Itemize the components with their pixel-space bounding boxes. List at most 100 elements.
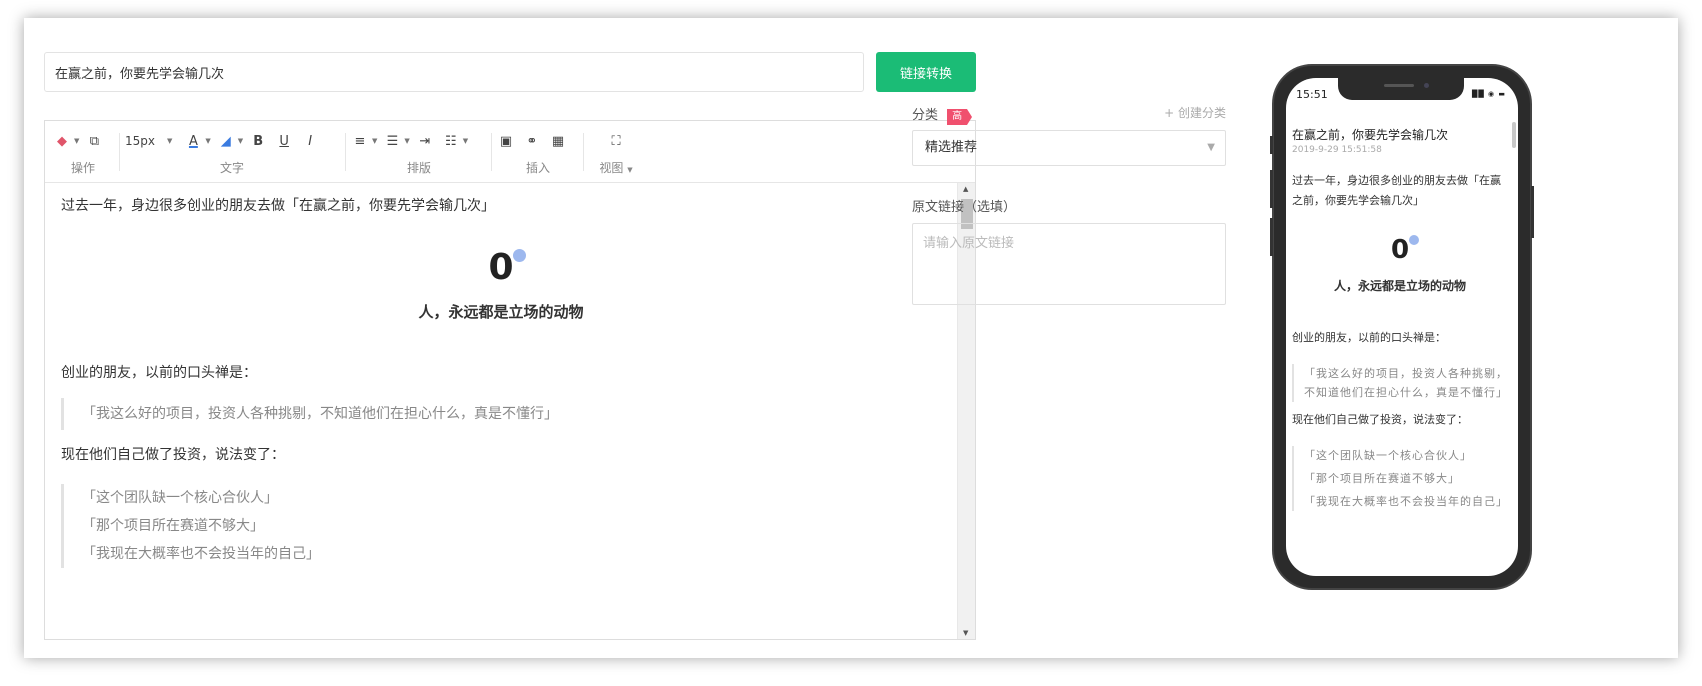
italic-icon[interactable]: I xyxy=(299,130,321,152)
quote-line: 「我这么好的项目，投资人各种挑剔，不知道他们在担心什么，真是不懂行」 xyxy=(1304,367,1508,399)
blockquote: 「这个团队缺一个核心合伙人」 「那个项目所在赛道不够大」 「我现在大概率也不会投… xyxy=(61,484,941,568)
toolbar-divider xyxy=(345,133,346,171)
chevron-down-icon[interactable]: ▼ xyxy=(238,137,243,145)
editor-card: 链接转换 ◆▼ ⧉ 操作 15px▼ A▼ ◢▼ B U I xyxy=(24,18,1678,658)
convert-link-button[interactable]: 链接转换 xyxy=(876,52,976,92)
image-icon[interactable]: ▣ xyxy=(495,130,517,152)
paragraph: 创业的朋友，以前的口头禅是： xyxy=(61,365,257,381)
quote-line: 「那个项目所在赛道不够大」 xyxy=(82,518,264,534)
phone-mute-button xyxy=(1270,136,1273,154)
quote-line: 「我现在大概率也不会投当年的自己」 xyxy=(1304,495,1508,508)
phone-screen: 15:51 ██ ◉ ▬ 在赢之前，你要先学会输几次 2019-9-29 15:… xyxy=(1286,78,1518,576)
editor-toolbar: ◆ ▼ ⧉ 操作 15px ▼ A ▼ ◢ ▼ B U I 文字 ≡ ▼ ☰ ▼… xyxy=(45,121,975,183)
phone-number-zero: 0 xyxy=(1389,235,1420,265)
font-size-select[interactable]: 15px xyxy=(123,130,157,152)
copy-format-icon[interactable]: ⧉ xyxy=(83,130,105,152)
font-color-icon[interactable]: A xyxy=(182,130,204,152)
number-zero: 0 xyxy=(488,247,526,288)
toolbar-group-view: ⛶ 视图 ▼ xyxy=(593,129,639,177)
signal-icon: ██ xyxy=(1472,90,1485,98)
phone-scrollbar xyxy=(1512,122,1516,148)
toolbar-label-operate: 操作 xyxy=(70,161,95,175)
toolbar-label-text: 文字 xyxy=(219,161,244,175)
phone-blockquote: 「这个团队缺一个核心合伙人」 「那个项目所在赛道不够大」 「我现在大概率也不会投… xyxy=(1292,446,1508,511)
wifi-icon: ◉ xyxy=(1488,90,1496,98)
table-icon[interactable]: ▦ xyxy=(547,130,569,152)
phone-notch xyxy=(1338,78,1464,100)
source-link-input[interactable]: 请输入原文链接 xyxy=(912,223,1226,305)
phone-volume-up xyxy=(1270,170,1273,208)
toolbar-group-layout: ≡ ▼ ☰ ▼ ⇥ ☷ ▼ 排版 xyxy=(349,129,489,177)
toolbar-group-operate: ◆ ▼ ⧉ 操作 xyxy=(51,129,115,177)
category-label: 分类 xyxy=(912,108,939,123)
blockquote: 「我这么好的项目，投资人各种挑剔，不知道他们在担心什么，真是不懂行」 xyxy=(61,398,941,430)
status-icons: ██ ◉ ▬ xyxy=(1472,90,1506,98)
toolbar-label-insert: 插入 xyxy=(525,161,550,175)
phone-preview: 15:51 ██ ◉ ▬ 在赢之前，你要先学会输几次 2019-9-29 15:… xyxy=(1270,64,1534,590)
decor-dot-blue xyxy=(1409,235,1420,245)
chevron-down-icon[interactable]: ▼ xyxy=(74,137,79,145)
highlight-color-icon[interactable]: ◢ xyxy=(215,130,237,152)
phone-paragraph: 现在他们自己做了投资，说法变了： xyxy=(1292,413,1468,426)
article-title-input[interactable] xyxy=(44,52,864,92)
quote-line: 「我现在大概率也不会投当年的自己」 xyxy=(82,546,320,562)
quote-line: 「那个项目所在赛道不够大」 xyxy=(1304,472,1460,485)
section-subheading: 人，永远都是立场的动物 xyxy=(418,303,584,321)
underline-icon[interactable]: U xyxy=(273,130,295,152)
battery-icon: ▬ xyxy=(1498,90,1506,98)
phone-volume-down xyxy=(1270,218,1273,256)
chevron-down-icon[interactable]: ▼ xyxy=(372,137,377,145)
toolbar-label-layout: 排版 xyxy=(406,161,431,175)
zero-text: 0 xyxy=(488,247,514,288)
chevron-down-icon[interactable]: ▼ xyxy=(205,137,210,145)
chevron-down-icon[interactable]: ▼ xyxy=(627,166,632,174)
eraser-icon[interactable]: ◆ xyxy=(51,130,73,152)
phone-intro: 过去一年，身边很多创业的朋友去做「在赢之前，你要先学会输几次」 xyxy=(1292,174,1501,207)
number-heading: 0 xyxy=(61,247,941,291)
toolbar-divider xyxy=(119,133,120,171)
phone-blockquote: 「我这么好的项目，投资人各种挑剔，不知道他们在担心什么，真是不懂行」 xyxy=(1292,364,1508,402)
chevron-down-icon[interactable]: ▼ xyxy=(404,137,409,145)
camera-icon xyxy=(1424,83,1429,88)
toolbar-label-view[interactable]: 视图 ▼ xyxy=(593,159,639,176)
fullscreen-icon[interactable]: ⛶ xyxy=(605,130,627,152)
intro-paragraph: 过去一年，身边很多创业的朋友去做「在赢之前，你要先学会输几次」 xyxy=(61,198,495,214)
category-select[interactable]: 精选推荐 ▼ xyxy=(912,130,1226,166)
toolbar-group-text: 15px ▼ A ▼ ◢ ▼ B U I 文字 xyxy=(123,129,341,177)
speaker-grille xyxy=(1384,84,1414,87)
category-selected-value: 精选推荐 xyxy=(925,140,978,155)
phone-subheading: 人，永远都是立场的动物 xyxy=(1333,279,1466,293)
create-category-link[interactable]: + 创建分类 xyxy=(1164,104,1226,121)
view-label: 视图 xyxy=(599,161,624,175)
source-link-label: 原文链接（选填） xyxy=(912,200,1017,215)
phone-paragraph: 创业的朋友，以前的口头禅是： xyxy=(1292,331,1446,344)
rich-text-editor: ◆ ▼ ⧉ 操作 15px ▼ A ▼ ◢ ▼ B U I 文字 ≡ ▼ ☰ ▼… xyxy=(44,120,976,640)
scroll-down-icon[interactable]: ▼ xyxy=(963,629,968,637)
align-icon[interactable]: ≡ xyxy=(349,130,371,152)
editor-content[interactable]: 过去一年，身边很多创业的朋友去做「在赢之前，你要先学会输几次」 0 人，永远都是… xyxy=(45,183,957,639)
priority-badge: 高 xyxy=(947,109,973,125)
bold-icon[interactable]: B xyxy=(247,130,269,152)
phone-article-date: 2019-9-29 15:51:58 xyxy=(1292,145,1382,155)
phone-zero-text: 0 xyxy=(1390,235,1410,265)
chevron-down-icon[interactable]: ▼ xyxy=(463,137,468,145)
toolbar-group-insert: ▣ ⚭ ▦ 插入 xyxy=(495,129,581,177)
phone-power-button xyxy=(1531,186,1534,238)
paragraph: 现在他们自己做了投资，说法变了： xyxy=(61,447,285,463)
category-row: 分类 高 + 创建分类 xyxy=(912,104,1226,125)
phone-article-title: 在赢之前，你要先学会输几次 xyxy=(1292,128,1449,142)
quote-line: 「这个团队缺一个核心合伙人」 xyxy=(82,490,278,506)
list-icon[interactable]: ☷ xyxy=(440,130,462,152)
article-settings: 分类 高 + 创建分类 精选推荐 ▼ 原文链接（选填） 请输入原文链接 xyxy=(912,104,1226,305)
indent-icon[interactable]: ⇥ xyxy=(414,130,436,152)
quote-line: 「我这么好的项目，投资人各种挑剔，不知道他们在担心什么，真是不懂行」 xyxy=(82,406,558,422)
chevron-down-icon[interactable]: ▼ xyxy=(1207,131,1215,165)
phone-number-heading: 0 xyxy=(1292,235,1508,269)
line-spacing-icon[interactable]: ☰ xyxy=(381,130,403,152)
link-icon[interactable]: ⚭ xyxy=(521,130,543,152)
toolbar-divider xyxy=(583,133,584,171)
toolbar-divider xyxy=(491,133,492,171)
phone-article: 在赢之前，你要先学会输几次 2019-9-29 15:51:58 过去一年，身边… xyxy=(1292,126,1508,511)
chevron-down-icon[interactable]: ▼ xyxy=(167,137,172,145)
quote-line: 「这个团队缺一个核心合伙人」 xyxy=(1304,449,1472,462)
